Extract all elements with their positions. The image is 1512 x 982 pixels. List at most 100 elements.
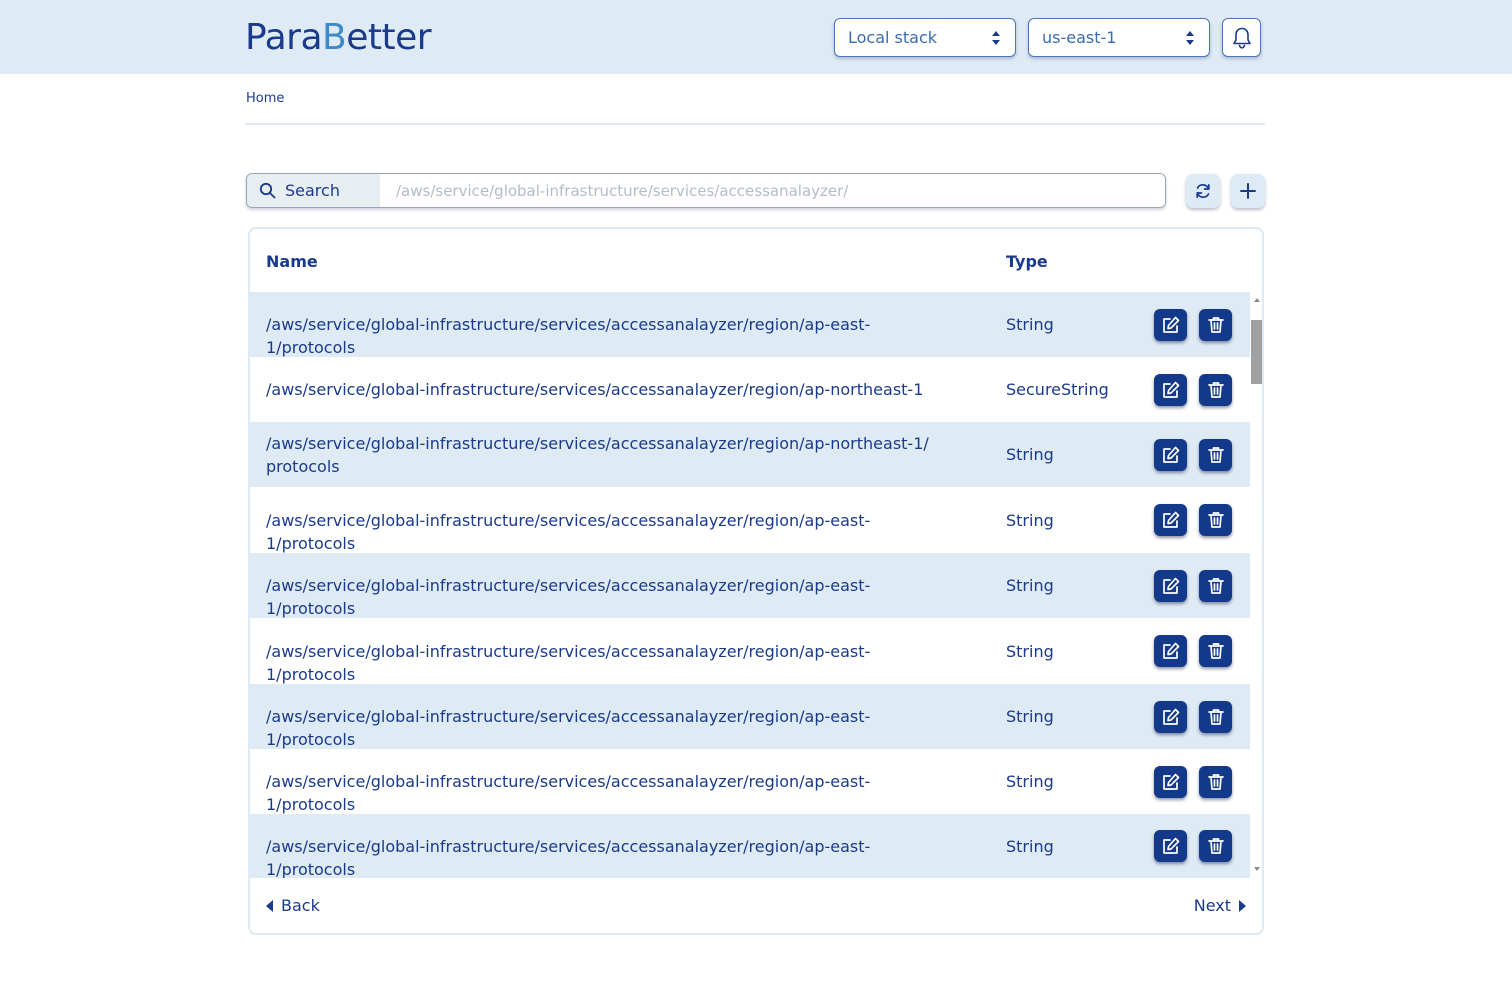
select-arrows-icon: [1186, 31, 1194, 45]
region-select[interactable]: us-east-1: [1028, 18, 1210, 57]
table-row[interactable]: /aws/service/global-infrastructure/servi…: [250, 618, 1250, 684]
trash-icon: [1207, 447, 1224, 463]
trash-icon: [1207, 578, 1224, 594]
edit-button[interactable]: [1154, 570, 1187, 602]
table-scrollbar[interactable]: [1250, 292, 1262, 878]
search-label: Search: [247, 174, 380, 207]
caret-left-icon: [266, 899, 273, 912]
trash-icon: [1207, 643, 1224, 659]
trash-icon: [1207, 774, 1224, 790]
edit-icon: [1162, 381, 1179, 398]
edit-button[interactable]: [1154, 504, 1187, 536]
add-parameter-button[interactable]: [1231, 174, 1265, 208]
parameter-name[interactable]: /aws/service/global-infrastructure/servi…: [266, 574, 946, 620]
plus-icon: [1240, 183, 1256, 199]
stack-select-value: Local stack: [848, 28, 938, 47]
search-label-text: Search: [285, 181, 340, 200]
edit-button[interactable]: [1154, 309, 1187, 341]
delete-button[interactable]: [1199, 701, 1232, 733]
parameter-type: String: [1006, 837, 1054, 856]
table-row[interactable]: /aws/service/global-infrastructure/servi…: [250, 814, 1250, 878]
edit-icon: [1162, 708, 1179, 725]
parameter-type: String: [1006, 315, 1054, 334]
parameter-name[interactable]: /aws/service/global-infrastructure/servi…: [266, 770, 946, 816]
delete-button[interactable]: [1199, 309, 1232, 341]
breadcrumb-home[interactable]: Home: [246, 91, 284, 106]
app-logo[interactable]: ParaBetter: [245, 14, 432, 60]
edit-icon: [1162, 511, 1179, 528]
parameter-name[interactable]: /aws/service/global-infrastructure/servi…: [266, 313, 946, 359]
refresh-button[interactable]: [1186, 174, 1220, 208]
parameter-type: String: [1006, 642, 1054, 661]
parameter-name[interactable]: /aws/service/global-infrastructure/servi…: [266, 705, 946, 751]
edit-icon: [1162, 642, 1179, 659]
edit-button[interactable]: [1154, 701, 1187, 733]
column-header-type[interactable]: Type: [1006, 252, 1048, 271]
table-row[interactable]: /aws/service/global-infrastructure/servi…: [250, 292, 1250, 357]
divider: [245, 123, 1265, 125]
table-row[interactable]: /aws/service/global-infrastructure/servi…: [250, 487, 1250, 553]
delete-button[interactable]: [1199, 439, 1232, 471]
scroll-down-arrow-icon[interactable]: [1254, 867, 1260, 871]
parameter-name[interactable]: /aws/service/global-infrastructure/servi…: [266, 378, 946, 401]
trash-icon: [1207, 838, 1224, 854]
table-body: /aws/service/global-infrastructure/servi…: [250, 292, 1250, 878]
bell-icon: [1232, 27, 1251, 49]
edit-icon: [1162, 446, 1179, 463]
select-arrows-icon: [992, 31, 1000, 45]
delete-button[interactable]: [1199, 374, 1232, 406]
region-select-value: us-east-1: [1042, 28, 1117, 47]
table-row[interactable]: /aws/service/global-infrastructure/servi…: [250, 553, 1250, 618]
table-row[interactable]: /aws/service/global-infrastructure/servi…: [250, 357, 1250, 422]
parameter-type: String: [1006, 772, 1054, 791]
parameter-type: SecureString: [1006, 380, 1109, 399]
trash-icon: [1207, 317, 1224, 333]
edit-icon: [1162, 773, 1179, 790]
breadcrumb: Home: [246, 91, 284, 106]
table-row[interactable]: /aws/service/global-infrastructure/servi…: [250, 422, 1250, 487]
delete-button[interactable]: [1199, 570, 1232, 602]
parameter-type: String: [1006, 707, 1054, 726]
edit-icon: [1162, 577, 1179, 594]
top-bar: ParaBetter Local stack us-east-1: [0, 0, 1512, 74]
edit-button[interactable]: [1154, 374, 1187, 406]
edit-button[interactable]: [1154, 635, 1187, 667]
parameters-table: Name Type /aws/service/global-infrastruc…: [248, 227, 1264, 935]
next-label: Next: [1193, 896, 1231, 915]
parameter-type: String: [1006, 511, 1054, 530]
trash-icon: [1207, 709, 1224, 725]
trash-icon: [1207, 512, 1224, 528]
delete-button[interactable]: [1199, 635, 1232, 667]
notifications-button[interactable]: [1222, 18, 1261, 57]
delete-button[interactable]: [1199, 504, 1232, 536]
parameter-name[interactable]: /aws/service/global-infrastructure/servi…: [266, 640, 946, 686]
search-input[interactable]: [380, 174, 1165, 207]
search-icon: [259, 182, 276, 199]
edit-button[interactable]: [1154, 439, 1187, 471]
parameter-type: String: [1006, 576, 1054, 595]
parameter-name[interactable]: /aws/service/global-infrastructure/servi…: [266, 835, 946, 878]
refresh-icon: [1196, 183, 1210, 199]
caret-right-icon: [1239, 899, 1246, 912]
delete-button[interactable]: [1199, 830, 1232, 862]
column-header-name[interactable]: Name: [266, 252, 318, 271]
back-button[interactable]: Back: [266, 896, 320, 915]
back-label: Back: [281, 896, 320, 915]
table-row[interactable]: /aws/service/global-infrastructure/servi…: [250, 684, 1250, 749]
next-button[interactable]: Next: [1194, 896, 1246, 915]
parameter-type: String: [1006, 445, 1054, 464]
logo-text: ParaBetter: [245, 17, 432, 58]
parameter-name[interactable]: /aws/service/global-infrastructure/servi…: [266, 509, 946, 555]
table-header: Name Type: [250, 229, 1262, 292]
edit-icon: [1162, 316, 1179, 333]
edit-icon: [1162, 837, 1179, 854]
stack-select[interactable]: Local stack: [834, 18, 1016, 57]
scroll-thumb[interactable]: [1251, 320, 1262, 384]
pagination: Back Next: [250, 878, 1262, 933]
table-row[interactable]: /aws/service/global-infrastructure/servi…: [250, 749, 1250, 814]
scroll-up-arrow-icon[interactable]: [1254, 298, 1260, 302]
edit-button[interactable]: [1154, 830, 1187, 862]
parameter-name[interactable]: /aws/service/global-infrastructure/servi…: [266, 432, 946, 478]
delete-button[interactable]: [1199, 766, 1232, 798]
edit-button[interactable]: [1154, 766, 1187, 798]
